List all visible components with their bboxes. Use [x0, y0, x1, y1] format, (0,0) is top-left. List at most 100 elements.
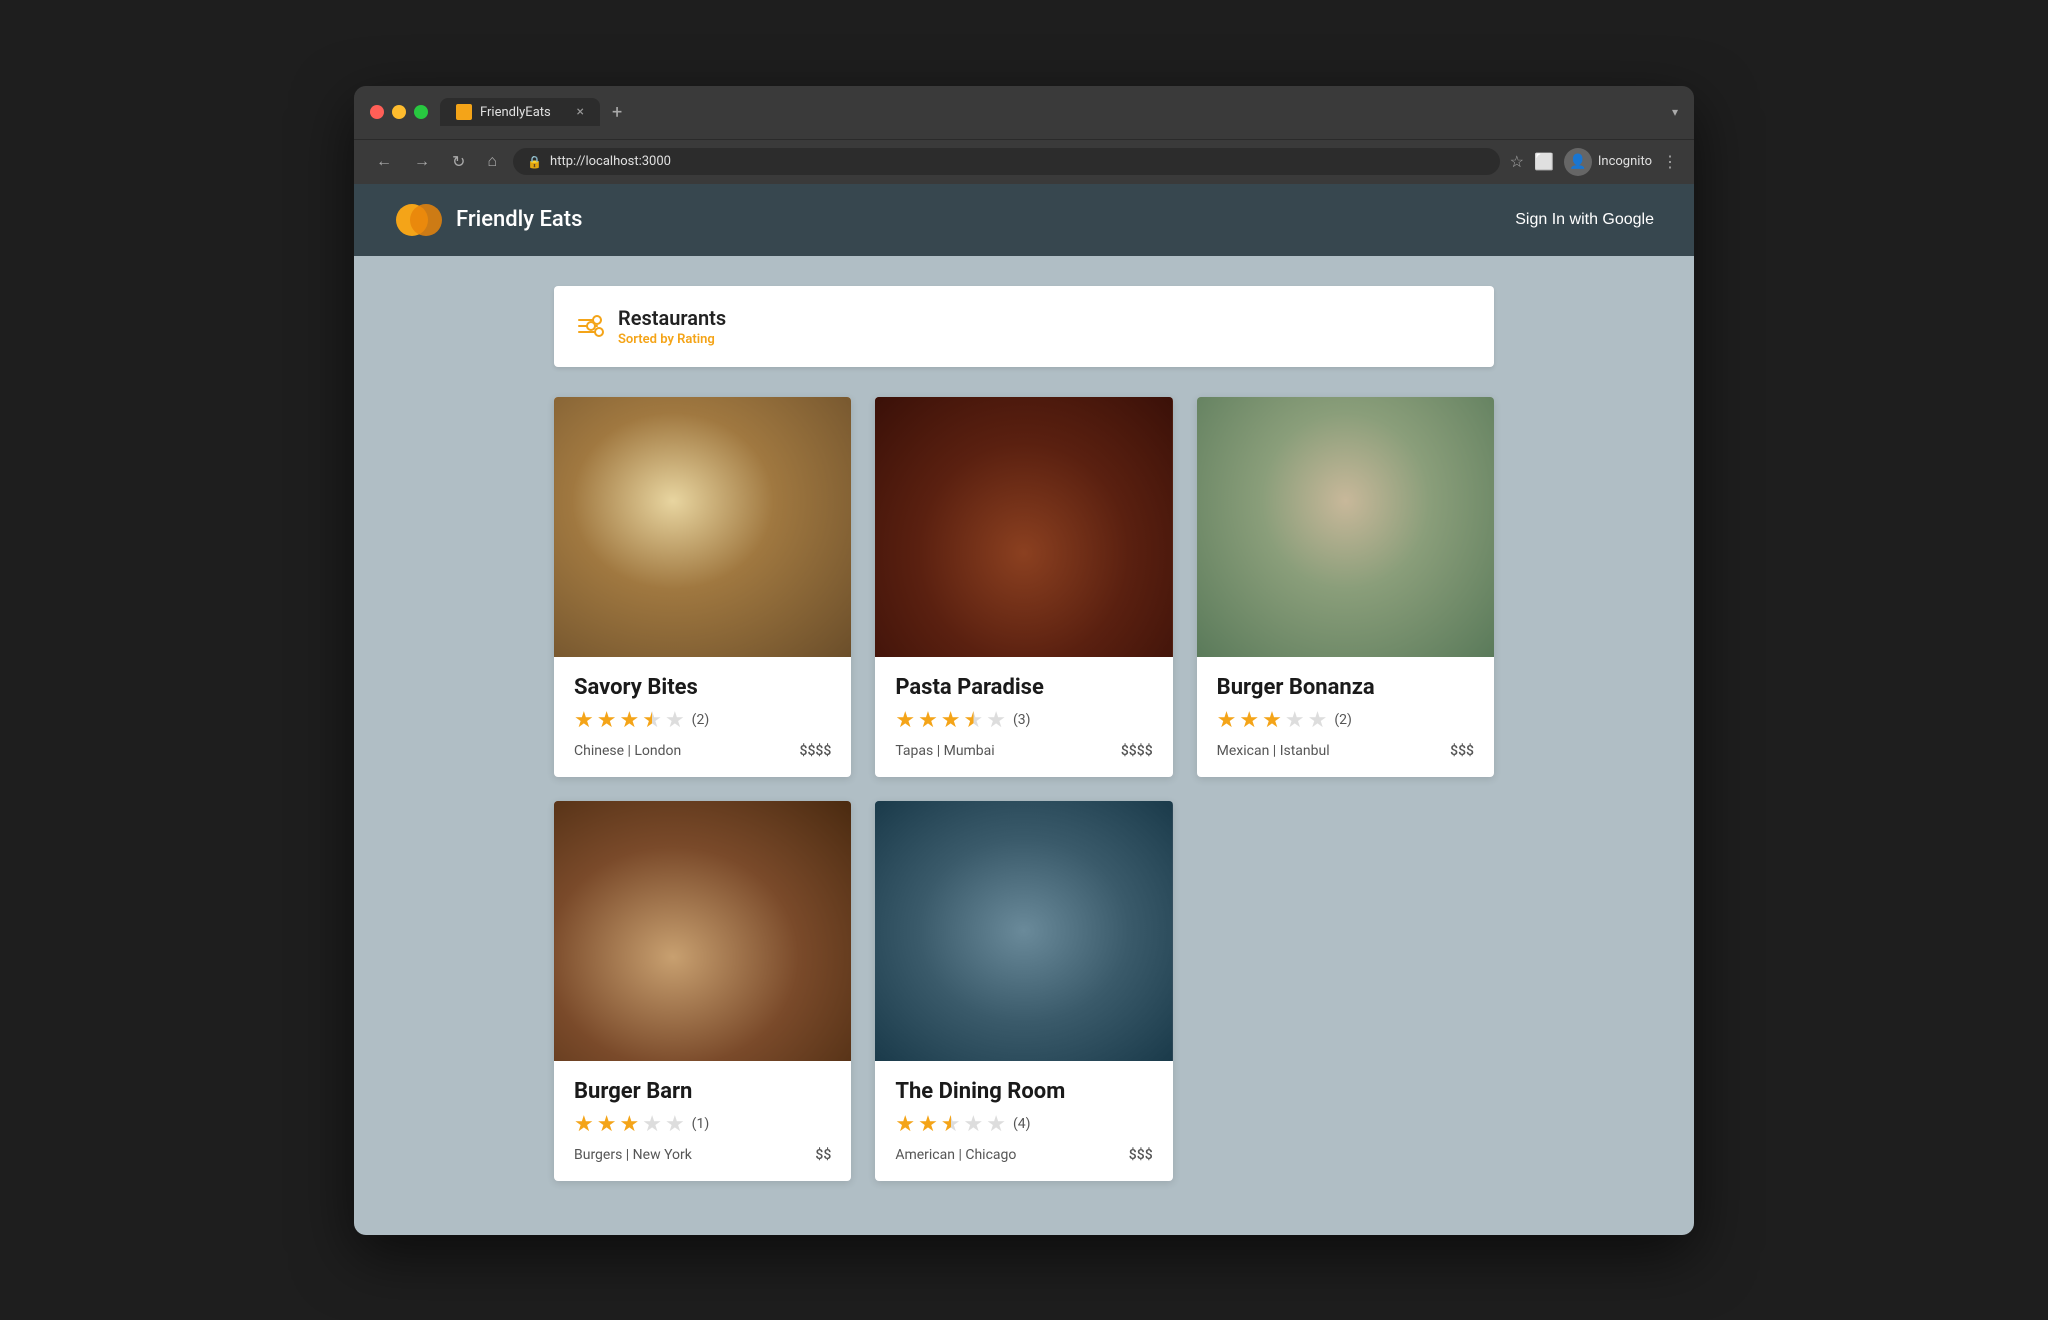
card-image	[554, 801, 851, 1061]
page-content: Friendly Eats Sign In with Google Restau…	[354, 184, 1694, 1235]
card-body: Pasta Paradise ★★★★★ (3) Tapas | Mumbai …	[875, 657, 1172, 777]
card-meta: Mexican | Istanbul $$$	[1217, 743, 1474, 759]
back-button[interactable]: ←	[370, 149, 398, 175]
restaurant-card[interactable]: Burger Bonanza ★★★★★ (2) Mexican | Istan…	[1197, 397, 1494, 777]
filter-line-3	[578, 331, 602, 333]
card-image	[1197, 397, 1494, 657]
sign-in-button[interactable]: Sign In with Google	[1515, 211, 1654, 229]
app-logo: Friendly Eats	[394, 196, 582, 244]
lock-icon: 🔒	[527, 155, 542, 169]
star-empty: ★	[1308, 708, 1328, 733]
star-full: ★	[597, 708, 617, 733]
card-name: Burger Bonanza	[1217, 675, 1474, 700]
active-tab[interactable]: FriendlyEats ×	[440, 98, 600, 126]
star-empty: ★	[665, 1112, 685, 1137]
star-full: ★	[619, 708, 639, 733]
star-full: ★	[918, 708, 938, 733]
card-image	[875, 801, 1172, 1061]
filter-icon[interactable]	[578, 319, 602, 333]
card-meta: Chinese | London $$$$	[574, 743, 831, 759]
star-full: ★	[1217, 708, 1237, 733]
star-full: ★	[597, 1112, 617, 1137]
card-name: Pasta Paradise	[895, 675, 1152, 700]
card-meta: Tapas | Mumbai $$$$	[895, 743, 1152, 759]
titlebar: FriendlyEats × + ▾	[354, 86, 1694, 139]
card-stars: ★★★★★ (2)	[1217, 708, 1474, 733]
minimize-button[interactable]	[392, 105, 406, 119]
navbar: ← → ↻ ⌂ 🔒 http://localhost:3000 ☆ ⬜ 👤 In…	[354, 139, 1694, 184]
star-full: ★	[1262, 708, 1282, 733]
browser-menu-icon[interactable]: ⋮	[1662, 152, 1678, 171]
star-empty: ★	[986, 708, 1006, 733]
star-full: ★	[895, 708, 915, 733]
review-count: (2)	[1334, 712, 1352, 728]
card-stars: ★★★★★ (2)	[574, 708, 831, 733]
avatar: 👤	[1564, 148, 1592, 176]
star-half: ★	[642, 708, 662, 733]
address-bar[interactable]: 🔒 http://localhost:3000	[513, 148, 1500, 175]
restaurants-title-section: Restaurants Sorted by Rating	[618, 306, 726, 347]
new-tab-button[interactable]: +	[604, 98, 630, 127]
incognito-label: Incognito	[1598, 154, 1652, 169]
star-full: ★	[574, 1112, 594, 1137]
card-body: Burger Bonanza ★★★★★ (2) Mexican | Istan…	[1197, 657, 1494, 777]
card-name: Savory Bites	[574, 675, 831, 700]
card-price: $$$	[1129, 1147, 1153, 1163]
filter-line-2	[578, 325, 598, 327]
card-name: The Dining Room	[895, 1079, 1152, 1104]
url-display: http://localhost:3000	[550, 154, 671, 169]
star-full: ★	[895, 1112, 915, 1137]
main-content: Restaurants Sorted by Rating Savory Bite…	[354, 256, 1694, 1235]
tab-close-button[interactable]: ×	[577, 104, 584, 120]
maximize-button[interactable]	[414, 105, 428, 119]
tab-bar: FriendlyEats × + ▾	[440, 98, 1678, 127]
card-image	[554, 397, 851, 657]
traffic-lights	[370, 105, 428, 119]
card-body: Savory Bites ★★★★★ (2) Chinese | London …	[554, 657, 851, 777]
card-price: $$$$	[1121, 743, 1153, 759]
restaurant-card[interactable]: Savory Bites ★★★★★ (2) Chinese | London …	[554, 397, 851, 777]
card-body: The Dining Room ★★★★★ (4) American | Chi…	[875, 1061, 1172, 1181]
tabs-dropdown-button[interactable]: ▾	[1672, 105, 1678, 119]
card-cuisine: Tapas | Mumbai	[895, 743, 994, 759]
forward-button[interactable]: →	[408, 149, 436, 175]
star-full: ★	[619, 1112, 639, 1137]
star-half: ★	[941, 1112, 961, 1137]
review-count: (1)	[692, 1116, 710, 1132]
browser-window: FriendlyEats × + ▾ ← → ↻ ⌂ 🔒 http://loca…	[354, 86, 1694, 1235]
home-button[interactable]: ⌂	[481, 149, 503, 175]
card-image	[875, 397, 1172, 657]
review-count: (2)	[692, 712, 710, 728]
restaurant-card[interactable]: Pasta Paradise ★★★★★ (3) Tapas | Mumbai …	[875, 397, 1172, 777]
star-empty: ★	[964, 1112, 984, 1137]
restaurants-title: Restaurants	[618, 306, 726, 330]
close-button[interactable]	[370, 105, 384, 119]
card-stars: ★★★★★ (4)	[895, 1112, 1152, 1137]
review-count: (3)	[1013, 712, 1031, 728]
card-meta: American | Chicago $$$	[895, 1147, 1152, 1163]
card-price: $$$$	[800, 743, 832, 759]
restaurant-card[interactable]: Burger Barn ★★★★★ (1) Burgers | New York…	[554, 801, 851, 1181]
card-stars: ★★★★★ (3)	[895, 708, 1152, 733]
restaurant-card[interactable]: The Dining Room ★★★★★ (4) American | Chi…	[875, 801, 1172, 1181]
star-full: ★	[574, 708, 594, 733]
card-body: Burger Barn ★★★★★ (1) Burgers | New York…	[554, 1061, 851, 1181]
split-view-icon[interactable]: ⬜	[1534, 152, 1554, 171]
restaurants-header: Restaurants Sorted by Rating	[554, 286, 1494, 367]
tab-favicon	[456, 104, 472, 120]
star-empty: ★	[642, 1112, 662, 1137]
tab-label: FriendlyEats	[480, 105, 551, 120]
review-count: (4)	[1013, 1116, 1031, 1132]
bookmark-icon[interactable]: ☆	[1510, 152, 1524, 171]
star-empty: ★	[986, 1112, 1006, 1137]
star-half: ★	[964, 708, 984, 733]
star-empty: ★	[1285, 708, 1305, 733]
card-cuisine: Burgers | New York	[574, 1147, 692, 1163]
incognito-badge[interactable]: 👤 Incognito	[1564, 148, 1652, 176]
card-stars: ★★★★★ (1)	[574, 1112, 831, 1137]
star-full: ★	[918, 1112, 938, 1137]
cards-grid: Savory Bites ★★★★★ (2) Chinese | London …	[554, 397, 1494, 1181]
restaurants-subtitle: Sorted by Rating	[618, 332, 726, 347]
refresh-button[interactable]: ↻	[446, 148, 471, 176]
card-cuisine: American | Chicago	[895, 1147, 1016, 1163]
